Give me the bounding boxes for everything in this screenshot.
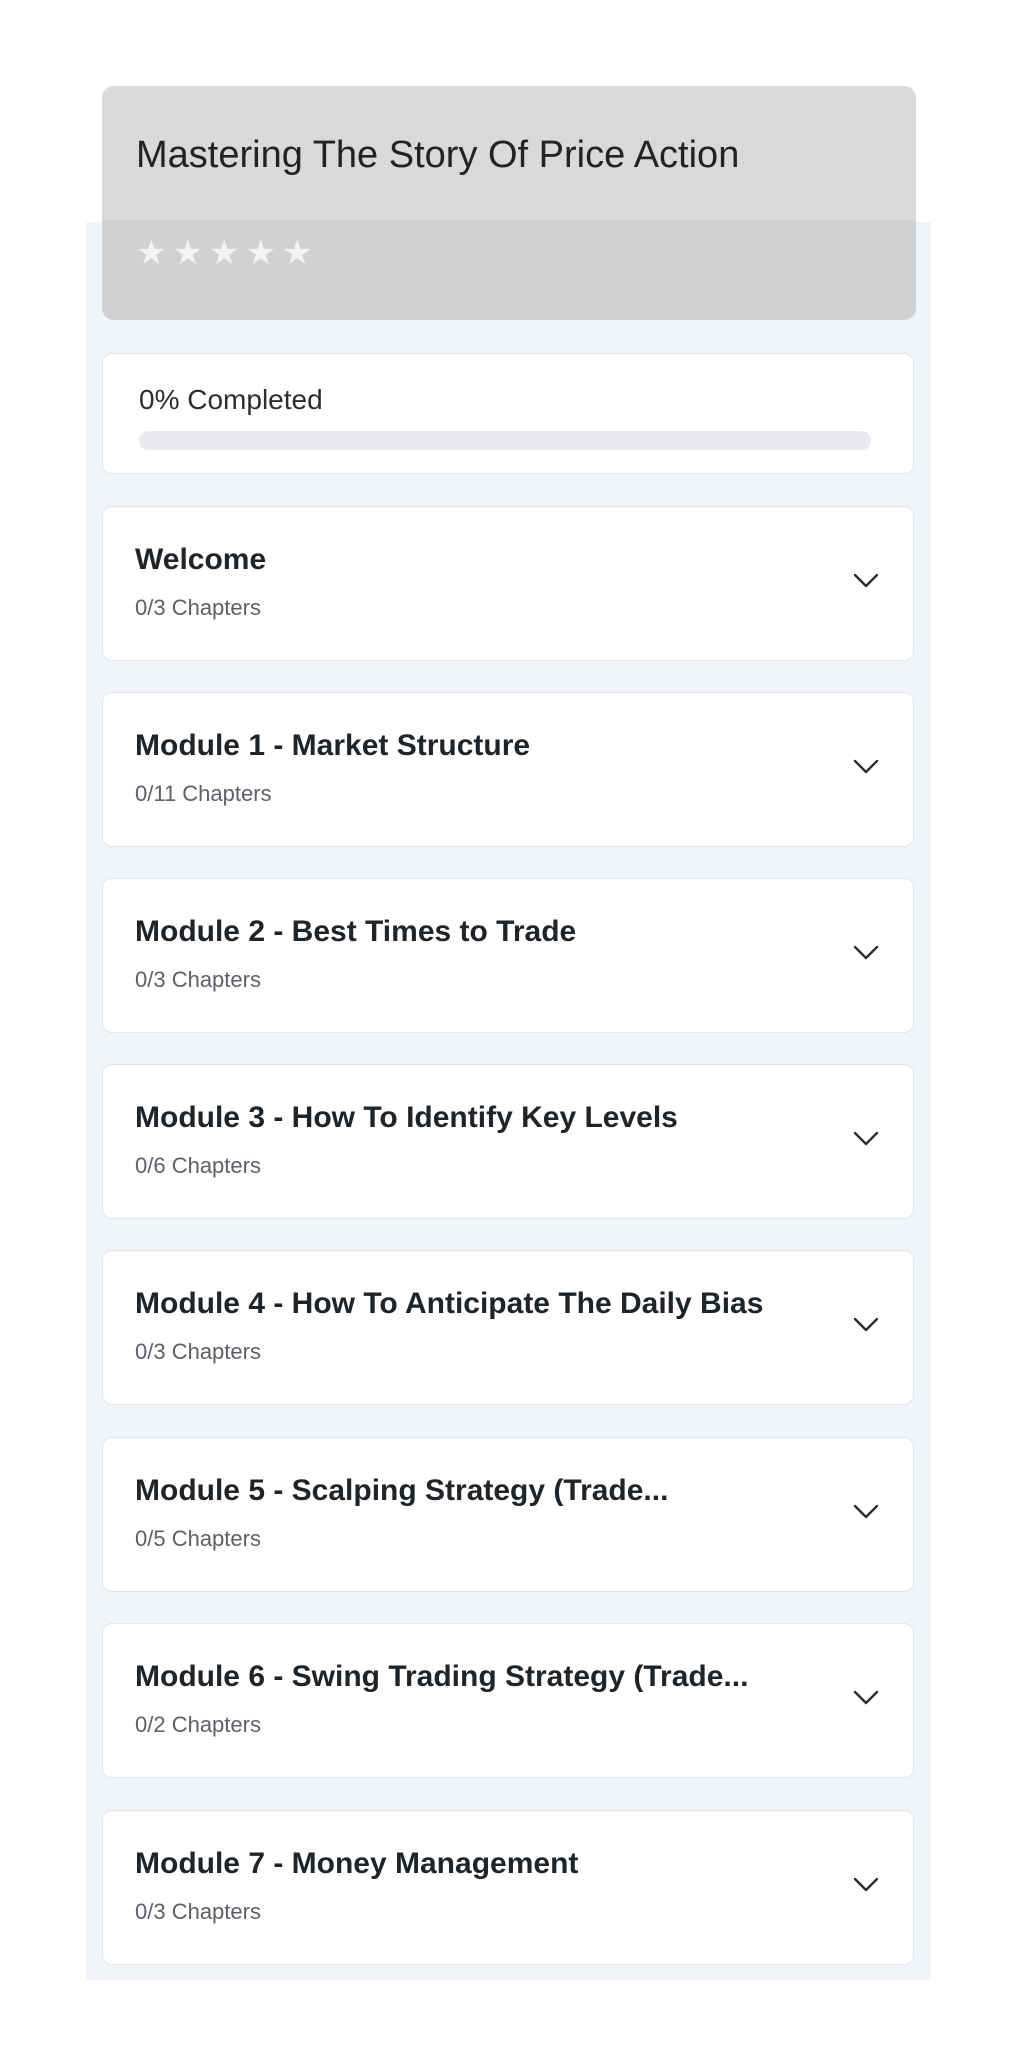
chevron-down-icon[interactable] — [851, 1869, 881, 1899]
module-title: Module 2 - Best Times to Trade — [135, 915, 577, 948]
course-header: Mastering The Story Of Price Action — [102, 86, 916, 320]
star-icon: ★ — [245, 234, 276, 272]
star-icon: ★ — [208, 234, 240, 272]
module-chapter-count: 0/3 Chapters — [135, 967, 261, 992]
module-chapter-count: 0/3 Chapters — [135, 1899, 261, 1924]
module-title: Module 1 - Market Structure — [135, 729, 531, 762]
module-title: Module 6 - Swing Trading Strategy (Trade… — [135, 1660, 749, 1693]
chevron-down-icon[interactable] — [851, 751, 881, 781]
module-title: Module 4 - How To Anticipate The Daily B… — [135, 1287, 764, 1320]
chevron-down-icon[interactable] — [851, 1682, 881, 1712]
course-title: Mastering The Story Of Price Action — [136, 134, 740, 176]
chevron-down-icon[interactable] — [851, 1123, 881, 1153]
module-item-1[interactable]: Module 1 - Market Structure 0/11 Chapter… — [102, 692, 914, 847]
module-item-5[interactable]: Module 5 - Scalping Strategy (Trade... 0… — [102, 1437, 914, 1592]
star-icon: ★ — [136, 234, 167, 272]
chevron-down-icon[interactable] — [851, 1309, 881, 1339]
module-chapter-count: 0/5 Chapters — [135, 1526, 261, 1551]
module-chapter-count: 0/2 Chapters — [135, 1712, 261, 1737]
progress-bar — [139, 431, 871, 450]
module-title: Module 3 - How To Identify Key Levels — [135, 1101, 678, 1134]
module-title: Module 5 - Scalping Strategy (Trade... — [135, 1474, 669, 1507]
rating-stars: ★ ★ ★ ★ ★ — [136, 236, 312, 270]
module-chapter-count: 0/6 Chapters — [135, 1153, 261, 1178]
progress-label: 0% Completed — [139, 384, 323, 415]
module-item-3[interactable]: Module 3 - How To Identify Key Levels 0/… — [102, 1064, 914, 1219]
chevron-down-icon[interactable] — [851, 937, 881, 967]
module-chapter-count: 0/11 Chapters — [135, 781, 272, 806]
module-item-welcome[interactable]: Welcome 0/3 Chapters — [102, 506, 914, 661]
module-chapter-count: 0/3 Chapters — [135, 1339, 261, 1364]
star-icon: ★ — [281, 234, 313, 272]
module-chapter-count: 0/3 Chapters — [135, 595, 261, 620]
star-icon: ★ — [172, 234, 203, 272]
module-title: Module 7 - Money Management — [135, 1847, 579, 1880]
module-item-2[interactable]: Module 2 - Best Times to Trade 0/3 Chapt… — [102, 878, 914, 1033]
progress-card: 0% Completed — [102, 353, 914, 474]
module-item-6[interactable]: Module 6 - Swing Trading Strategy (Trade… — [102, 1623, 914, 1778]
module-item-7[interactable]: Module 7 - Money Management 0/3 Chapters — [102, 1810, 914, 1965]
module-title: Welcome — [135, 543, 267, 576]
chevron-down-icon[interactable] — [851, 565, 881, 595]
module-item-4[interactable]: Module 4 - How To Anticipate The Daily B… — [102, 1250, 914, 1405]
chevron-down-icon[interactable] — [851, 1496, 881, 1526]
